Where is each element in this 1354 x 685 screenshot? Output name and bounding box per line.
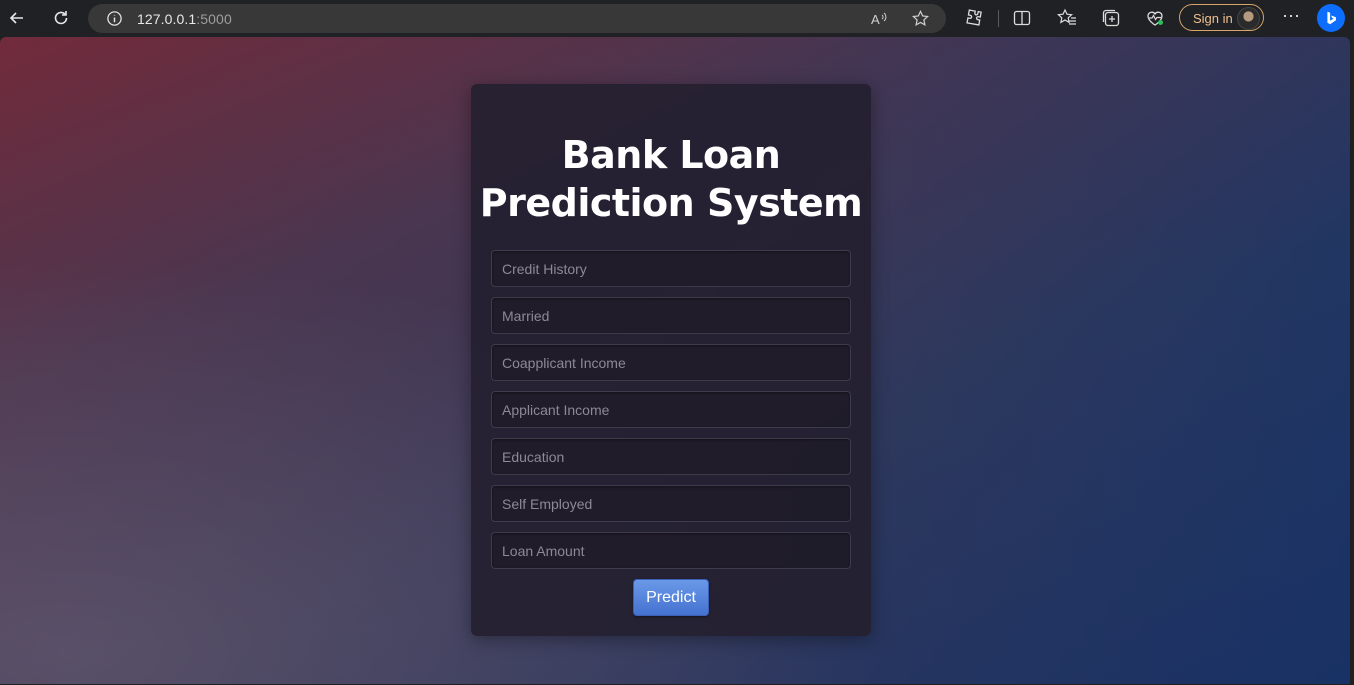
sign-in-button[interactable]: Sign in — [1179, 4, 1264, 31]
prediction-form-card: Bank Loan Prediction System Predict — [471, 84, 871, 636]
predict-button[interactable]: Predict — [633, 579, 709, 616]
extensions-icon[interactable] — [963, 7, 985, 29]
sign-in-label: Sign in — [1193, 11, 1233, 26]
refresh-icon[interactable] — [46, 3, 76, 33]
svg-text:A: A — [871, 12, 880, 27]
applicant-income-input[interactable] — [491, 391, 851, 428]
page-viewport: Bank Loan Prediction System Predict — [0, 37, 1350, 684]
page-title: Bank Loan Prediction System — [471, 131, 871, 227]
married-input[interactable] — [491, 297, 851, 334]
url-port: :5000 — [196, 11, 232, 27]
profile-avatar — [1237, 7, 1260, 30]
education-input[interactable] — [491, 438, 851, 475]
browser-essentials-icon[interactable] — [1144, 7, 1166, 29]
more-options-icon[interactable]: ⋯ — [1280, 7, 1302, 29]
self-employed-input[interactable] — [491, 485, 851, 522]
title-line-2: Prediction System — [479, 181, 863, 225]
info-icon[interactable] — [106, 10, 123, 27]
split-screen-icon[interactable] — [1011, 7, 1033, 29]
coapplicant-income-input[interactable] — [491, 344, 851, 381]
toolbar-divider — [998, 10, 999, 27]
bing-copilot-icon[interactable] — [1317, 4, 1345, 32]
read-aloud-icon[interactable]: A — [870, 10, 888, 28]
browser-toolbar: 127.0.0.1:5000 A Sign in ⋯ — [0, 0, 1354, 37]
credit-history-input[interactable] — [491, 250, 851, 287]
url-text[interactable]: 127.0.0.1:5000 — [137, 11, 232, 27]
favorites-icon[interactable] — [1056, 7, 1078, 29]
collections-icon[interactable] — [1100, 7, 1122, 29]
address-bar[interactable]: 127.0.0.1:5000 A — [88, 4, 946, 33]
favorite-star-icon[interactable] — [911, 9, 930, 28]
loan-amount-input[interactable] — [491, 532, 851, 569]
url-host: 127.0.0.1 — [137, 11, 197, 27]
back-icon[interactable] — [2, 3, 32, 33]
title-line-1: Bank Loan — [561, 133, 781, 177]
